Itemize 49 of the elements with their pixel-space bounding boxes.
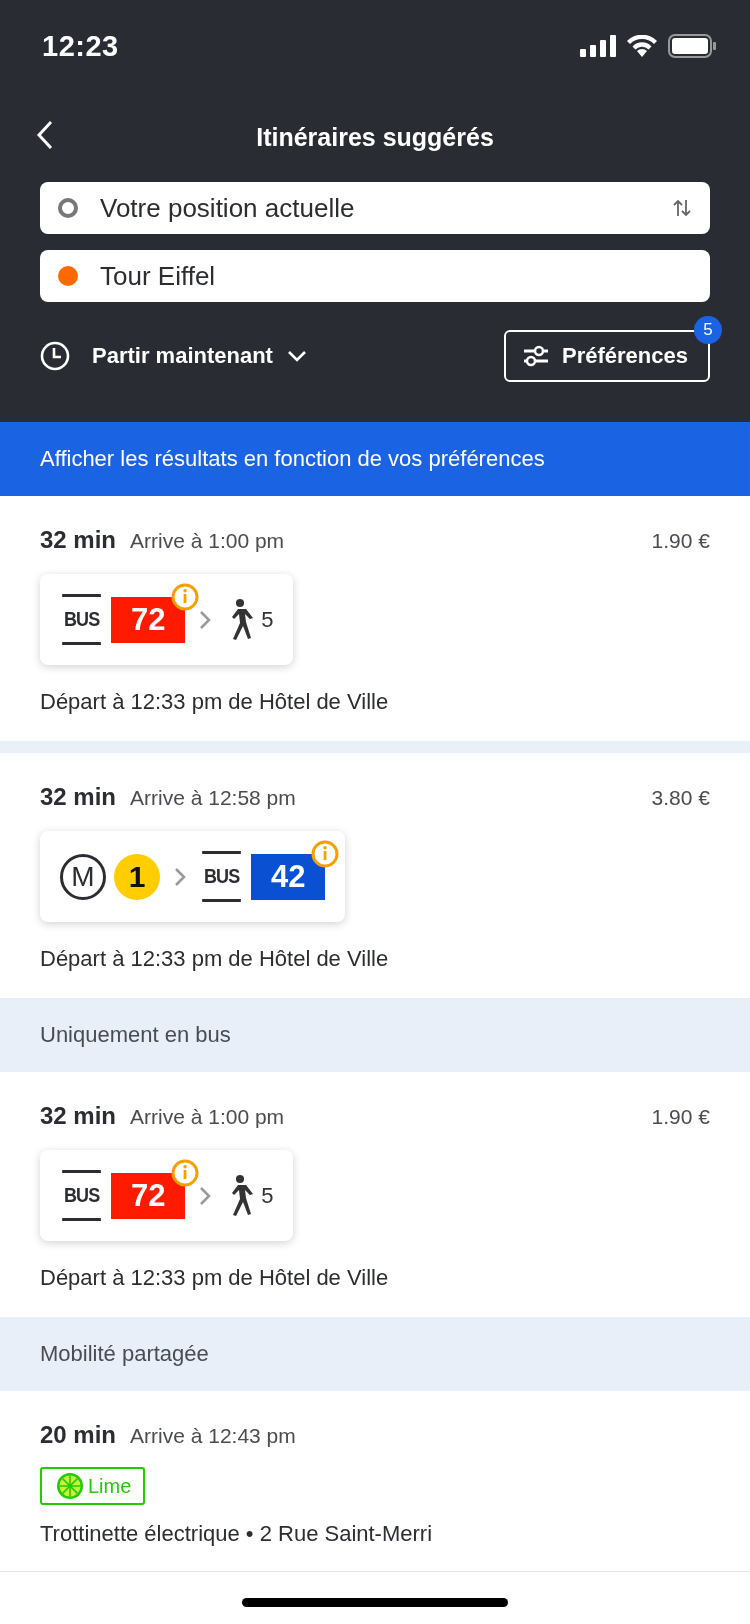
page-title: Itinéraires suggérés [256,122,494,152]
bus-label: BUS [62,1170,102,1221]
battery-icon [668,34,716,58]
status-time: 12:23 [42,29,119,63]
price: 3.80 € [651,786,710,810]
info-icon[interactable] [171,1158,200,1187]
duration: 20 min [40,1421,117,1449]
bus-label: BUS [202,851,242,902]
lime-slice-icon [56,1472,84,1500]
info-icon[interactable] [171,582,200,611]
origin-field[interactable]: Votre position actuelle [40,182,710,234]
origin-ring-icon [58,198,78,218]
provider-name: Lime [88,1474,132,1498]
price: 1.90 € [651,529,710,553]
preferences-banner[interactable]: Afficher les résultats en fonction de vos préférences [0,422,750,496]
clock-icon [40,341,70,371]
bus-label: BUS [62,594,102,645]
price: 1.90 € [651,1105,710,1129]
info-icon[interactable] [311,839,340,868]
arrival-time: Arrive à 1:00 pm [130,529,286,553]
departure-info: Départ à 12:33 pm de Hôtel de Ville [40,689,390,715]
arrival-time: Arrive à 1:00 pm [130,1105,286,1129]
signal-icon [580,35,616,57]
sliders-icon [522,344,550,368]
line-badge: 1 [114,853,160,900]
departure-info: Départ à 12:33 pm de Hôtel de Ville [40,946,390,972]
chevron-icon [199,609,212,630]
section-header: Uniquement en bus [40,1022,231,1048]
departure-info: Départ à 12:33 pm de Hôtel de Ville [40,1265,390,1291]
destination-dot-icon [58,266,78,286]
chevron-icon [199,1185,212,1206]
departure-time-selector[interactable]: Partir maintenant [40,341,307,371]
duration: 32 min [40,526,117,554]
swap-icon[interactable] [672,198,692,218]
metro-label: M [60,853,106,900]
back-icon[interactable] [36,120,54,150]
section-header: Mobilité partagée [40,1341,209,1367]
destination-field[interactable]: Tour Eiffel [40,250,710,302]
duration: 32 min [40,1102,117,1130]
arrival-time: Arrive à 12:43 pm [130,1424,297,1448]
vehicle-info: Trottinette électrique • 2 Rue Saint-Merri [40,1521,434,1547]
duration: 32 min [40,783,117,811]
wifi-icon [626,35,658,57]
walk-minutes: 5 [261,1182,274,1209]
count-badge: 5 [694,316,722,344]
chevron-icon [174,866,186,887]
walk-minutes: 5 [261,606,274,633]
chevron-down-icon [286,350,307,362]
arrival-time: Arrive à 12:58 pm [130,786,297,810]
